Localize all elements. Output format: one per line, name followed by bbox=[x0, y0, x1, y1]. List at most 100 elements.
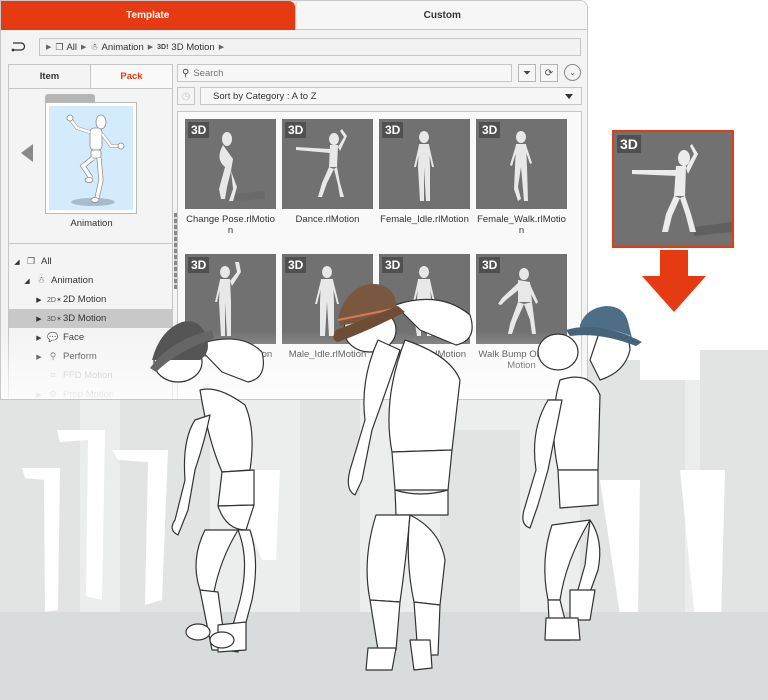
tree-item-label: Prop Motion bbox=[63, 389, 115, 400]
expand-toggle-icon[interactable]: ◢ bbox=[13, 258, 21, 266]
sort-value: Sort by Category : A to Z bbox=[213, 90, 317, 102]
item-card[interactable]: 3D Hand Pose.rlMotion bbox=[185, 254, 276, 360]
item-card[interactable]: 3D Female_Walk.rlMotion bbox=[476, 119, 567, 236]
sort-dropdown[interactable]: Sort by Category : A to Z bbox=[200, 87, 582, 105]
recent-button[interactable]: ◷ bbox=[177, 87, 195, 105]
category-tree: ◢ ❐ All ◢ ☃ Animation ▶ 2D✶ 2D Motion ▶ … bbox=[9, 244, 172, 400]
collapse-toggle-icon[interactable]: ▶ bbox=[35, 296, 43, 304]
item-thumbnail: 3D bbox=[185, 254, 276, 344]
down-arrow-icon bbox=[642, 250, 706, 312]
more-options-button[interactable]: ⌄ bbox=[564, 64, 581, 81]
library-icon: ❐ bbox=[26, 256, 36, 266]
breadcrumb-all[interactable]: ❐ All bbox=[55, 42, 77, 53]
tree-item-all[interactable]: ◢ ❐ All bbox=[9, 252, 172, 271]
tree-item-face[interactable]: ▶ 💬 Face bbox=[9, 328, 172, 347]
content-manager-panel: Template Custom ▶ ❐ All ▶ ☃ Animation ▶ … bbox=[0, 0, 588, 400]
tree-item-ffd-motion: ⌗ FFD Motion bbox=[9, 366, 172, 385]
tree-item-animation[interactable]: ◢ ☃ Animation bbox=[9, 271, 172, 290]
item-card[interactable]: 3D Change Pose.rlMotion bbox=[185, 119, 276, 236]
figure-icon: ☃ bbox=[90, 41, 99, 52]
badge-3d: 3D bbox=[479, 122, 501, 138]
item-label: Dance.rlMotion bbox=[295, 214, 360, 225]
breadcrumb-animation[interactable]: ☃ Animation bbox=[90, 42, 143, 53]
item-card[interactable]: 3D Walk Bump Object.rlMotion bbox=[476, 254, 567, 371]
collapse-toggle-icon: ▶ bbox=[36, 391, 42, 399]
item-thumbnail: 3D bbox=[282, 254, 373, 344]
item-card[interactable]: 3D Dance.rlMotion bbox=[282, 119, 373, 225]
previous-arrow-icon[interactable] bbox=[21, 144, 33, 162]
item-card[interactable]: 3D Female_Idle.rlMotion bbox=[379, 119, 470, 225]
badge-3d: 3D bbox=[285, 122, 307, 138]
chevron-down-icon: ⌄ bbox=[569, 68, 576, 77]
search-icon: ⚲ bbox=[182, 67, 190, 79]
item-card[interactable]: 3D Male_Idle.rlMotion bbox=[282, 254, 373, 360]
folder-body bbox=[45, 102, 137, 214]
back-icon[interactable] bbox=[10, 40, 26, 54]
tree-item-2d-motion[interactable]: ▶ 2D✶ 2D Motion bbox=[9, 290, 172, 309]
pack-preview: Animation bbox=[9, 89, 172, 244]
face-icon: 💬 bbox=[47, 332, 59, 342]
tree-item-label: FFD Motion bbox=[63, 370, 113, 381]
subtab-pack[interactable]: Pack bbox=[91, 65, 172, 88]
left-subtabs: Item Pack bbox=[9, 65, 172, 89]
filter-button[interactable]: ⏷ bbox=[518, 64, 536, 82]
item-thumbnail: 3D bbox=[379, 254, 470, 344]
item-label: Walk Bump Object.rlMotion bbox=[478, 349, 565, 371]
breadcrumb-label: Animation bbox=[101, 41, 144, 53]
item-thumbnail: 3D bbox=[185, 119, 276, 209]
figure-icon: ☃ bbox=[36, 275, 46, 285]
chevron-right-icon: ▶ bbox=[46, 44, 52, 51]
3d-motion-icon: 3D! bbox=[157, 43, 169, 51]
badge-3d: 3D bbox=[382, 257, 404, 273]
breadcrumb-label: 3D Motion bbox=[171, 41, 215, 53]
item-thumbnail: 3D bbox=[379, 119, 470, 209]
tab-template[interactable]: Template bbox=[1, 1, 295, 30]
search-input[interactable] bbox=[193, 67, 494, 79]
expand-toggle-icon[interactable]: ◢ bbox=[23, 277, 31, 285]
breadcrumb-3d-motion[interactable]: 3D! 3D Motion bbox=[157, 42, 215, 53]
2d-motion-icon: 2D✶ bbox=[47, 296, 62, 304]
badge-3d: 3D bbox=[479, 257, 501, 273]
item-thumbnail: 3D bbox=[476, 119, 567, 209]
item-card[interactable]: 3D Male_Walk.rlMotion bbox=[379, 254, 470, 360]
item-label: Female_Idle.rlMotion bbox=[380, 214, 469, 225]
pack-folder[interactable] bbox=[45, 94, 146, 214]
item-thumbnail: 3D bbox=[476, 254, 567, 344]
refresh-icon: ⟳ bbox=[544, 67, 554, 79]
filter-icon: ⏷ bbox=[523, 67, 531, 79]
search-box: ⚲ bbox=[177, 64, 512, 82]
prop-icon: ⚙ bbox=[48, 389, 58, 399]
highlighted-item-preview: 3D bbox=[612, 130, 734, 248]
collapse-toggle-icon[interactable]: ▶ bbox=[35, 315, 43, 323]
3d-motion-icon: 3D✶ bbox=[47, 315, 62, 323]
chevron-right-icon: ▶ bbox=[81, 44, 87, 51]
breadcrumb-row: ▶ ❐ All ▶ ☃ Animation ▶ 3D! 3D Motion ▶ bbox=[1, 37, 587, 57]
tree-item-prop-motion: ▶ ⚙ Prop Motion bbox=[9, 385, 172, 400]
tree-item-label: 2D Motion bbox=[63, 294, 107, 305]
library-icon: ❐ bbox=[55, 41, 64, 52]
tab-custom[interactable]: Custom bbox=[294, 1, 587, 30]
item-label: Hand Pose.rlMotion bbox=[188, 349, 273, 360]
main-tabs: Template Custom bbox=[1, 1, 587, 30]
collapse-toggle-icon[interactable]: ▶ bbox=[35, 334, 43, 342]
subtab-item[interactable]: Item bbox=[9, 65, 91, 88]
badge-3d: 3D bbox=[188, 257, 210, 273]
tree-item-label: Face bbox=[63, 332, 85, 343]
badge-3d: 3D bbox=[617, 135, 641, 153]
left-pane: Item Pack Animation ◢ ❐ All ◢ ☃ Animatio… bbox=[8, 64, 173, 400]
refresh-button[interactable]: ⟳ bbox=[540, 64, 558, 82]
badge-3d: 3D bbox=[285, 257, 307, 273]
tree-item-perform[interactable]: ▶ ⚲ Perform bbox=[9, 347, 172, 366]
item-label: Change Pose.rlMotion bbox=[186, 214, 275, 236]
breadcrumb-label: All bbox=[66, 41, 78, 53]
item-label: Male_Walk.rlMotion bbox=[382, 349, 467, 360]
tree-item-label: Animation bbox=[51, 275, 94, 286]
pack-label: Animation bbox=[70, 218, 113, 229]
breadcrumb: ▶ ❐ All ▶ ☃ Animation ▶ 3D! 3D Motion ▶ bbox=[39, 38, 581, 56]
collapse-toggle-icon[interactable]: ▶ bbox=[35, 353, 43, 361]
tree-item-label: All bbox=[41, 256, 52, 267]
item-label: Female_Walk.rlMotion bbox=[477, 214, 566, 236]
ffd-icon: ⌗ bbox=[50, 370, 56, 380]
tree-item-3d-motion[interactable]: ▶ 3D✶ 3D Motion bbox=[9, 309, 172, 328]
tree-item-label: 3D Motion bbox=[63, 313, 107, 324]
